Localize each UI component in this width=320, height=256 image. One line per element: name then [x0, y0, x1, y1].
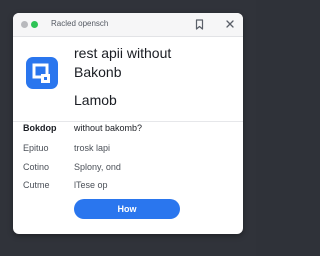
window-control-maximize[interactable]	[31, 21, 38, 28]
address-bar[interactable]: Racled opensch	[51, 19, 108, 28]
bookmark-icon[interactable]	[195, 19, 204, 30]
detail-row-value: trosk lapi	[74, 143, 111, 153]
detail-row-value: lTese op	[74, 180, 108, 190]
detail-row-label: Epituo	[23, 143, 49, 153]
title-bar: Racled opensch	[13, 13, 243, 37]
detail-row-label: Cotino	[23, 162, 50, 172]
page-subtitle: Lamob	[74, 92, 117, 108]
window-control-close[interactable]	[21, 21, 28, 28]
browser-window: Racled opensch rest apii without Bakonb …	[13, 13, 243, 234]
app-logo-icon	[26, 57, 58, 89]
desktop-background: Racled opensch rest apii without Bakonb …	[0, 0, 256, 256]
page-header: rest apii without Bakonb Lamob	[13, 37, 243, 122]
detail-row-value: Splony, ond	[74, 162, 121, 172]
close-icon[interactable]	[225, 19, 235, 29]
detail-row-value: without bakomb?	[74, 123, 143, 133]
page-title-line-2: Bakonb	[74, 64, 122, 80]
page-title-line-1: rest apii without	[74, 45, 172, 61]
detail-row-label: Cutme	[23, 180, 50, 190]
detail-row-label: Bokdop	[23, 123, 57, 133]
primary-action-button[interactable]: How	[74, 199, 180, 219]
